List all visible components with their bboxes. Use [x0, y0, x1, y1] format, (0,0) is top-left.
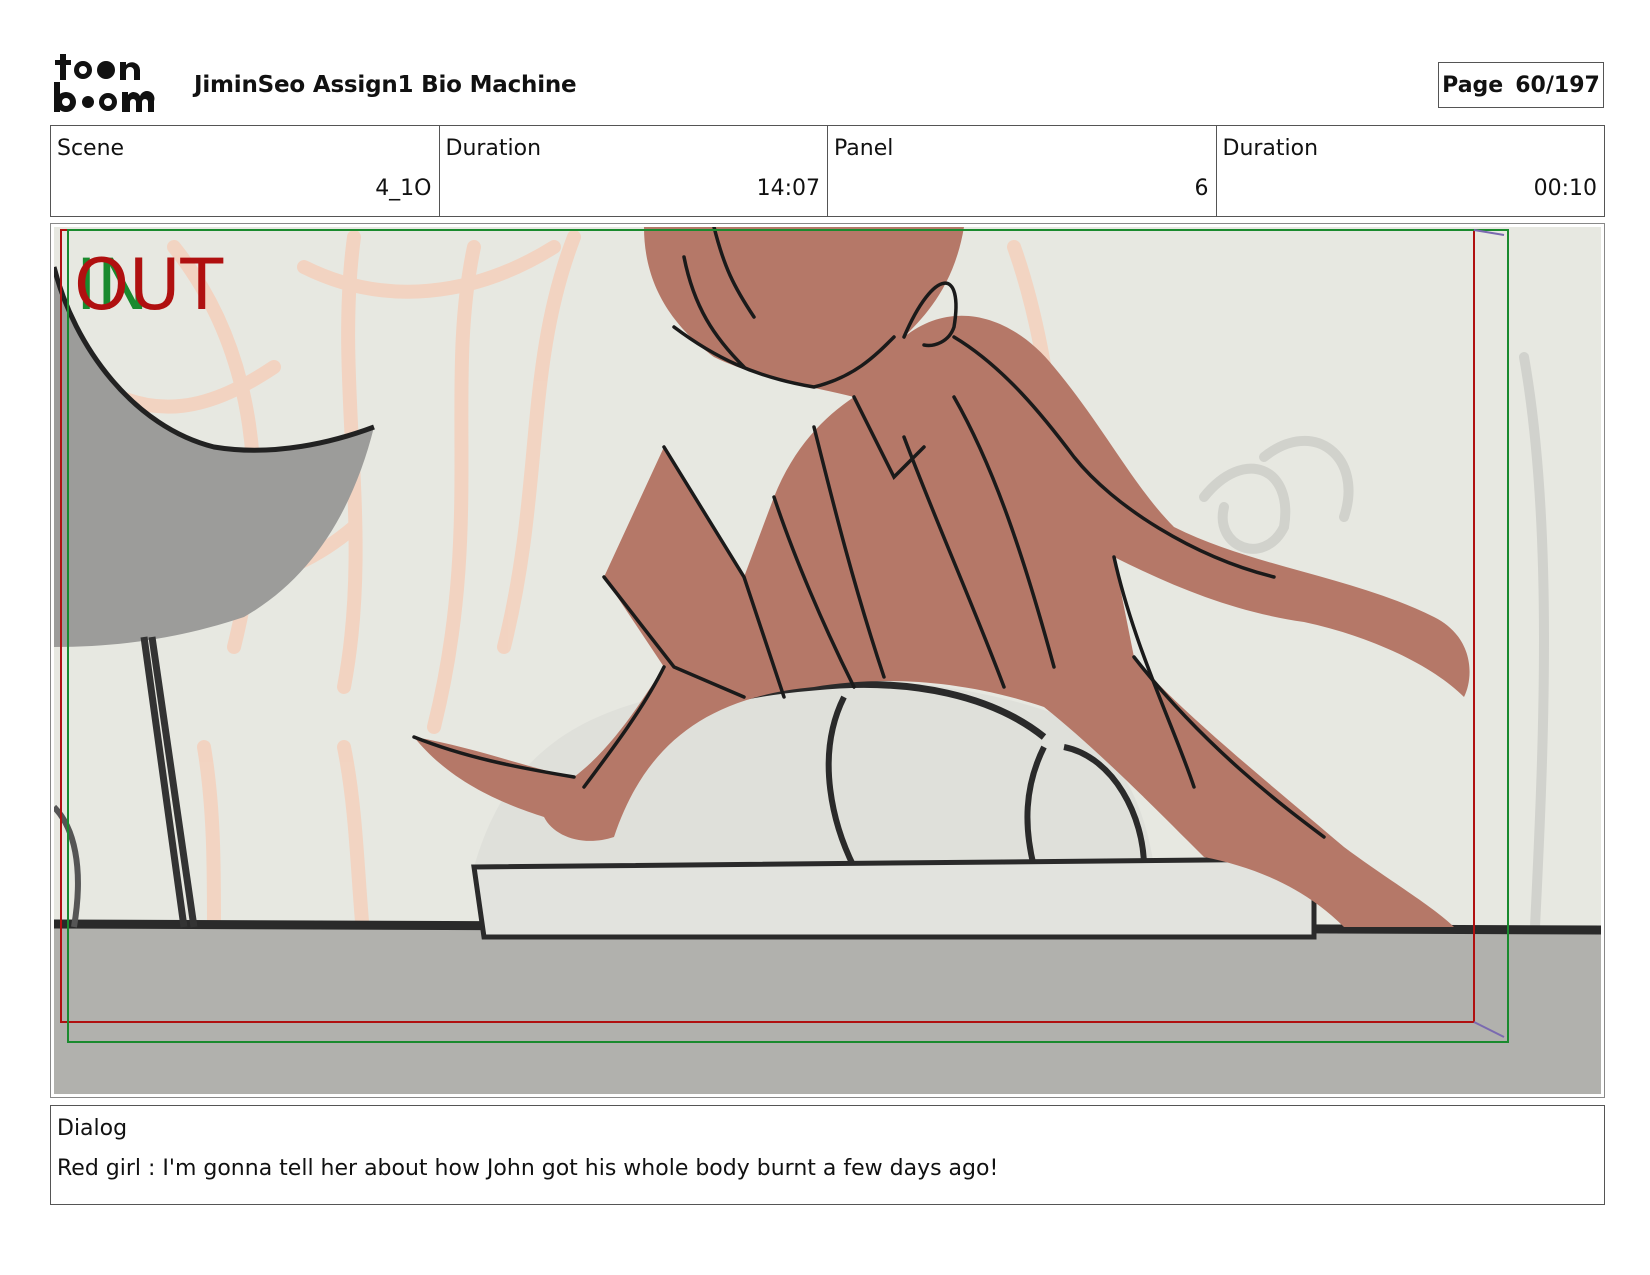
scene-duration-value: 14:07: [756, 176, 820, 201]
floor: [54, 927, 1601, 1094]
out-marker: OUT: [74, 244, 223, 326]
panel-duration-label: Duration: [1222, 136, 1319, 161]
panel-label: Panel: [834, 136, 894, 161]
scene-duration-label: Duration: [445, 136, 542, 161]
toon-boom-logo: [54, 54, 155, 112]
scene-duration-cell: Duration 14:07: [440, 126, 828, 216]
dialog-box: Dialog Red girl : I'm gonna tell her abo…: [50, 1105, 1605, 1205]
page-indicator: Page 60/197: [1438, 62, 1604, 108]
info-table: Scene 4_1O Duration 14:07 Panel 6 Durati…: [50, 125, 1605, 217]
dialog-text: Red girl : I'm gonna tell her about how …: [57, 1156, 999, 1181]
page-number: 60/197: [1515, 72, 1600, 98]
page-label: Page: [1442, 72, 1504, 98]
scene-value: 4_1O: [375, 176, 432, 201]
panel-value: 6: [1194, 176, 1209, 201]
document-title: JiminSeo Assign1 Bio Machine: [194, 72, 577, 98]
panel-duration-cell: Duration 00:10: [1217, 126, 1605, 216]
scene-label: Scene: [57, 136, 125, 161]
scene-cell: Scene 4_1O: [51, 126, 440, 216]
panel-cell: Panel 6: [828, 126, 1217, 216]
storyboard-drawing: IN OUT: [54, 227, 1601, 1094]
panel-duration-value: 00:10: [1533, 176, 1597, 201]
dialog-label: Dialog: [57, 1116, 128, 1141]
